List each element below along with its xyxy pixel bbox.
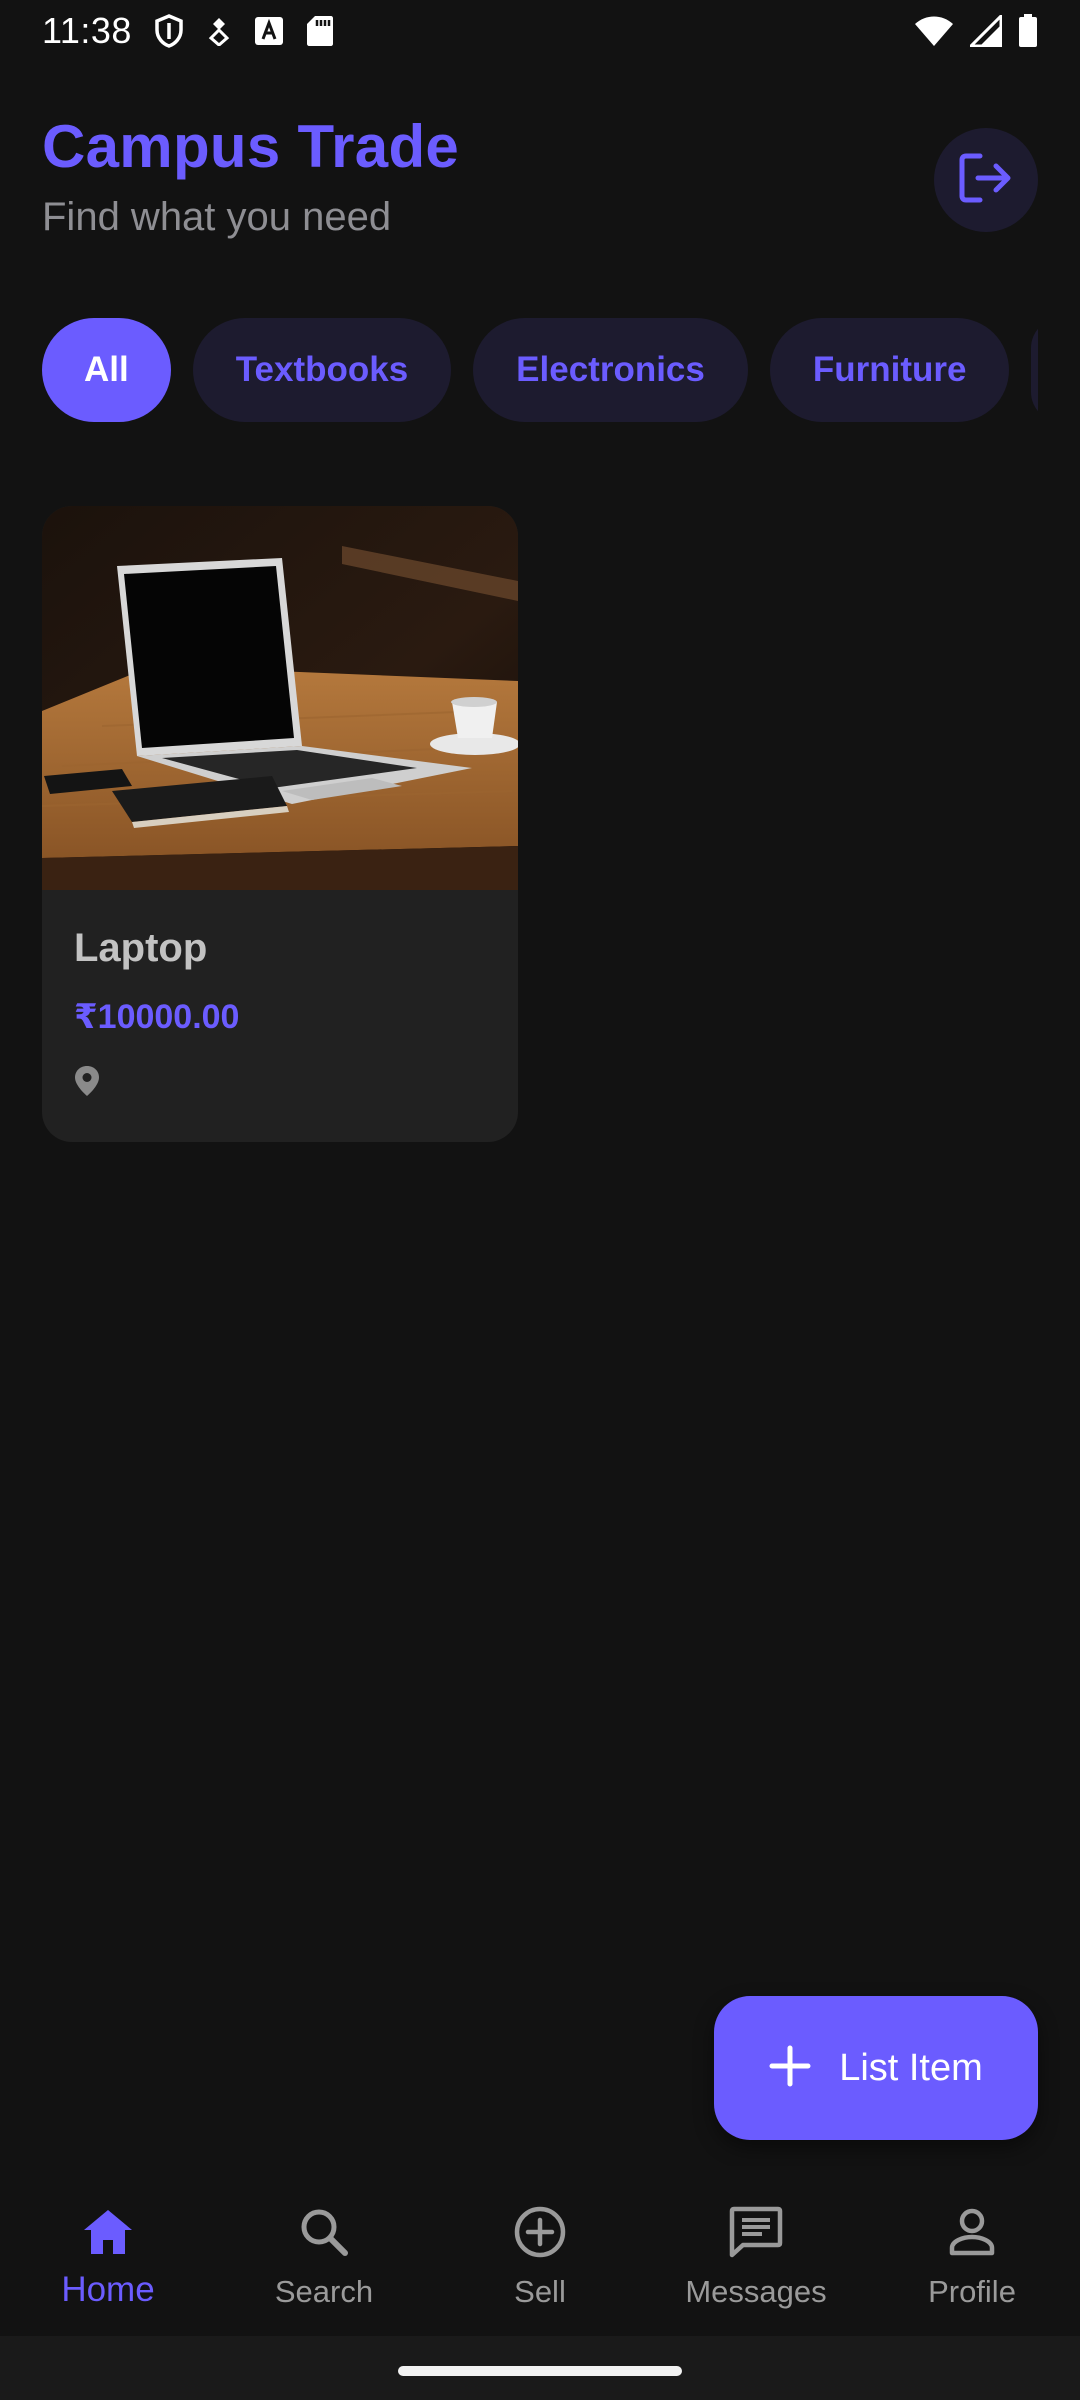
logout-icon xyxy=(958,152,1014,209)
listing-image xyxy=(42,506,518,890)
search-icon xyxy=(296,2204,352,2260)
gesture-bar xyxy=(0,2336,1080,2400)
app-subtitle: Find what you need xyxy=(42,195,392,239)
listing-card[interactable]: Laptop ₹10000.00 xyxy=(42,506,518,1142)
sd-card-icon xyxy=(306,15,334,47)
nav-home[interactable]: Home xyxy=(0,2166,216,2336)
person-icon xyxy=(944,2204,1000,2260)
wifi-icon xyxy=(914,15,954,47)
listing-location xyxy=(74,1065,486,1101)
plus-icon xyxy=(769,2045,811,2092)
chip-textbooks[interactable]: Textbooks xyxy=(192,318,452,422)
listing-price: ₹10000.00 xyxy=(74,998,240,1036)
nav-profile[interactable]: Profile xyxy=(864,2166,1080,2336)
signal-icon xyxy=(970,15,1002,47)
nav-messages-label: Messages xyxy=(685,2274,827,2309)
app-title: Campus Trade xyxy=(42,113,460,180)
logout-button[interactable] xyxy=(934,128,1038,232)
chat-icon xyxy=(728,2204,784,2260)
location-pin-icon xyxy=(74,1065,100,1102)
font-a-icon xyxy=(254,16,284,46)
home-icon xyxy=(80,2204,136,2260)
chip-all[interactable]: All xyxy=(42,318,171,422)
status-bar-left: 11:38 xyxy=(42,10,334,52)
header: Campus Trade Find what you need xyxy=(42,112,459,240)
nav-search-label: Search xyxy=(274,2274,374,2309)
status-time: 11:38 xyxy=(42,10,132,51)
app-screen: 11:38 Campus Trade Find what you need Al… xyxy=(0,0,1080,2400)
list-item-label: List Item xyxy=(839,2046,983,2089)
nav-home-label: Home xyxy=(61,2270,155,2309)
shield-icon xyxy=(154,14,184,48)
nav-search[interactable]: Search xyxy=(216,2166,432,2336)
listing-title: Laptop xyxy=(74,926,208,970)
nav-sell-label: Sell xyxy=(514,2274,566,2309)
nav-profile-label: Profile xyxy=(928,2274,1016,2309)
chip-furniture[interactable]: Furniture xyxy=(769,318,1010,422)
add-circle-icon xyxy=(512,2204,568,2260)
category-chips: All Textbooks Electronics Furniture xyxy=(42,318,1038,422)
nav-sell[interactable]: Sell xyxy=(432,2166,648,2336)
chip-more-partial[interactable] xyxy=(1031,318,1038,422)
chip-electronics[interactable]: Electronics xyxy=(473,318,748,422)
listing-body: Laptop ₹10000.00 xyxy=(42,890,518,1101)
diamond-icon xyxy=(206,16,232,46)
status-bar-right xyxy=(914,14,1038,48)
bottom-nav: Home Search Sell Messages Profile xyxy=(0,2166,1080,2336)
nav-messages[interactable]: Messages xyxy=(648,2166,864,2336)
gesture-handle[interactable] xyxy=(398,2366,682,2376)
list-item-button[interactable]: List Item xyxy=(714,1996,1038,2140)
battery-icon xyxy=(1018,14,1038,48)
status-bar: 11:38 xyxy=(0,0,1080,62)
